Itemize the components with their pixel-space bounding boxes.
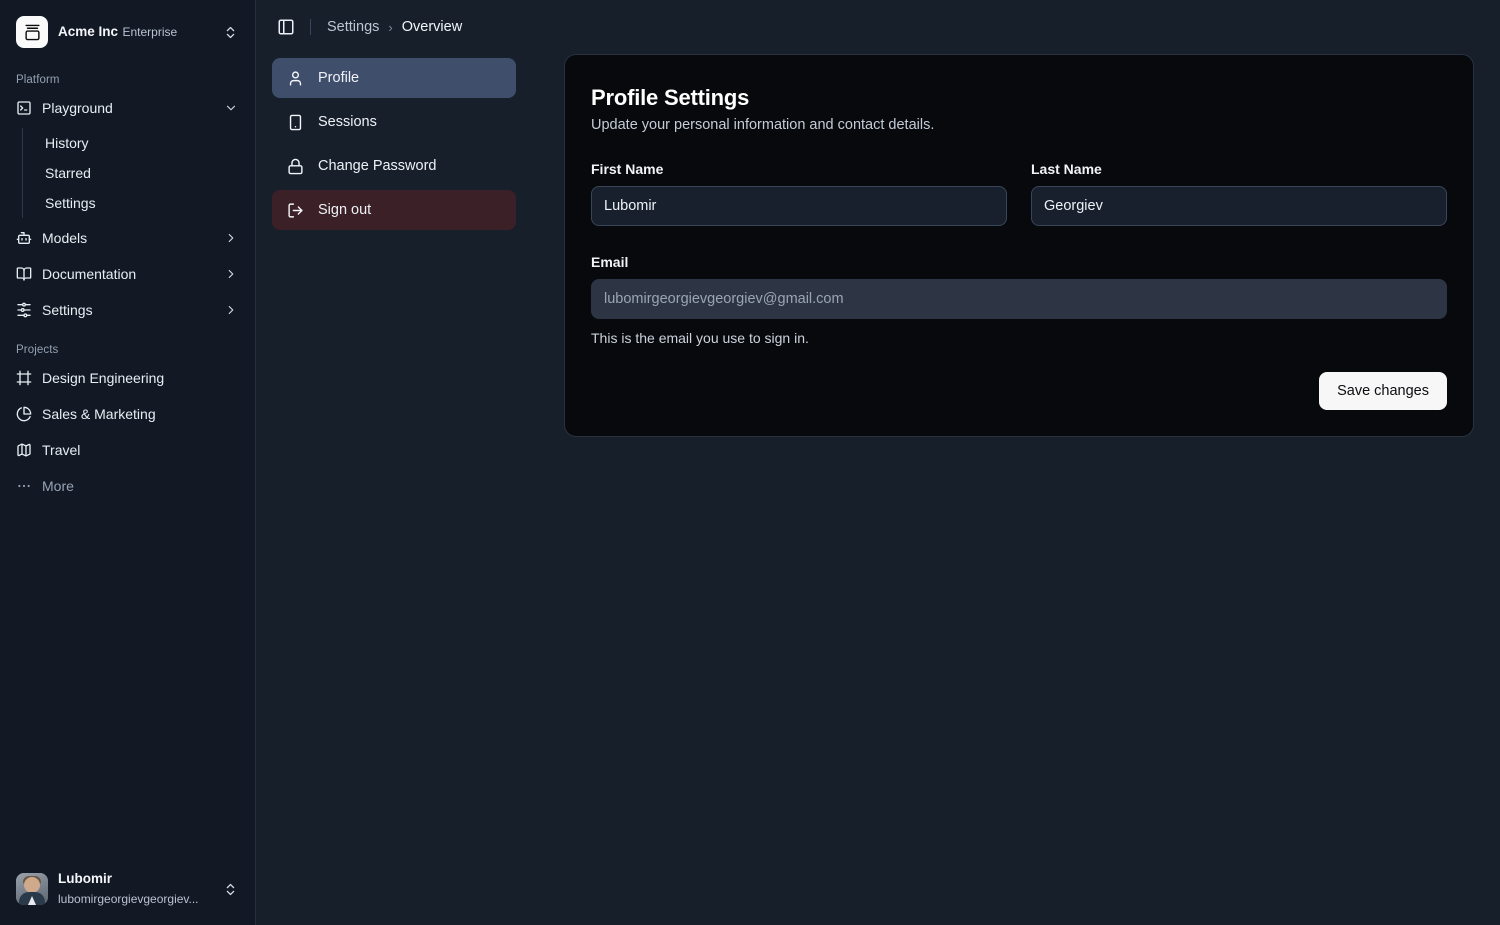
settings-nav: Profile Sessions Change Password Sign ou… bbox=[272, 54, 516, 909]
sidebar-item-sales-marketing[interactable]: Sales & Marketing bbox=[8, 398, 247, 430]
breadcrumb-separator: › bbox=[388, 19, 393, 35]
app-root: Acme Inc Enterprise Platform Playground bbox=[0, 0, 1500, 925]
toolbar-divider bbox=[310, 19, 311, 35]
settings-nav-item-sessions[interactable]: Sessions bbox=[272, 102, 516, 142]
chevron-right-icon[interactable] bbox=[223, 267, 239, 281]
page-title: Profile Settings bbox=[591, 85, 750, 110]
user-name: Lubomir bbox=[58, 871, 112, 886]
first-name-input[interactable] bbox=[591, 186, 1007, 226]
first-name-field: First Name bbox=[591, 161, 1007, 226]
sidebar-item-travel[interactable]: Travel bbox=[8, 434, 247, 466]
settings-nav-item-profile[interactable]: Profile bbox=[272, 58, 516, 98]
email-field-row: Email This is the email you use to sign … bbox=[591, 254, 1447, 346]
sidebar-item-label: Playground bbox=[42, 100, 113, 116]
settings-nav-label: Sessions bbox=[318, 114, 377, 130]
terminal-square-icon bbox=[16, 100, 32, 116]
avatar bbox=[16, 873, 48, 905]
chevrons-up-down-icon bbox=[223, 882, 239, 897]
email-field: Email This is the email you use to sign … bbox=[591, 254, 1447, 346]
settings-nav-item-sign-out[interactable]: Sign out bbox=[272, 190, 516, 230]
chevrons-up-down-icon bbox=[223, 25, 239, 40]
name-fields-row: First Name Last Name bbox=[591, 161, 1447, 226]
user-icon bbox=[286, 70, 304, 87]
user-meta: Lubomir lubomirgeorgievgeorgiev... bbox=[58, 869, 213, 909]
sidebar-subnav-playground: History Starred Settings bbox=[22, 128, 247, 218]
panel-left-icon[interactable] bbox=[272, 13, 300, 41]
sidebar-item-design-engineering[interactable]: Design Engineering bbox=[8, 362, 247, 394]
settings-nav-item-change-password[interactable]: Change Password bbox=[272, 146, 516, 186]
more-horizontal-icon bbox=[16, 478, 32, 494]
pie-chart-icon bbox=[16, 406, 32, 422]
main-area: Settings › Overview Profile Sessions Cha… bbox=[256, 0, 1500, 925]
sidebar-item-label: More bbox=[42, 478, 74, 494]
user-email: lubomirgeorgievgeorgiev... bbox=[58, 892, 199, 906]
card-actions: Save changes bbox=[591, 372, 1447, 410]
sidebar-subitem-settings[interactable]: Settings bbox=[37, 188, 247, 218]
sidebar-group-label-platform: Platform bbox=[16, 74, 60, 86]
frame-icon bbox=[16, 370, 32, 386]
content-area: Profile Sessions Change Password Sign ou… bbox=[256, 54, 1500, 925]
sidebar-item-label: Models bbox=[42, 230, 88, 246]
chevron-down-icon[interactable] bbox=[223, 101, 239, 115]
sidebar-nav: Platform Playground History Starred Sett… bbox=[0, 56, 255, 861]
settings-nav-label: Sign out bbox=[318, 202, 372, 218]
sidebar-item-documentation[interactable]: Documentation bbox=[8, 258, 247, 290]
team-switcher[interactable]: Acme Inc Enterprise bbox=[8, 8, 247, 56]
breadcrumb-overview: Overview bbox=[401, 19, 463, 35]
sidebar-item-label: Travel bbox=[42, 442, 81, 458]
breadcrumb: Settings › Overview bbox=[327, 19, 462, 35]
team-name: Acme Inc bbox=[58, 24, 119, 39]
sidebar-item-label: Design Engineering bbox=[42, 370, 165, 386]
page-description: Update your personal information and con… bbox=[591, 117, 935, 133]
sidebar-item-label: Documentation bbox=[42, 266, 137, 282]
sidebar-item-models[interactable]: Models bbox=[8, 222, 247, 254]
team-meta: Acme Inc Enterprise bbox=[58, 22, 213, 42]
settings-nav-label: Change Password bbox=[318, 158, 437, 174]
last-name-field: Last Name bbox=[1031, 161, 1447, 226]
sidebar-item-settings[interactable]: Settings bbox=[8, 294, 247, 326]
book-open-icon bbox=[16, 266, 32, 282]
lock-icon bbox=[286, 158, 304, 175]
chevron-right-icon[interactable] bbox=[223, 303, 239, 317]
save-changes-button[interactable]: Save changes bbox=[1319, 372, 1447, 410]
sidebar-subitem-starred[interactable]: Starred bbox=[37, 158, 247, 188]
map-icon bbox=[16, 442, 32, 458]
settings-nav-label: Profile bbox=[318, 70, 360, 86]
sidebar-item-label: Settings bbox=[42, 302, 93, 318]
log-out-icon bbox=[286, 202, 304, 219]
bot-icon bbox=[16, 230, 32, 246]
last-name-label: Last Name bbox=[1031, 161, 1102, 177]
user-menu-button[interactable]: Lubomir lubomirgeorgievgeorgiev... bbox=[8, 861, 247, 917]
first-name-label: First Name bbox=[591, 161, 664, 177]
settings-sliders-icon bbox=[16, 302, 32, 318]
email-help-text: This is the email you use to sign in. bbox=[591, 330, 809, 346]
sidebar-item-playground[interactable]: Playground bbox=[8, 92, 247, 124]
gallery-vertical-end-icon bbox=[16, 16, 48, 48]
topbar: Settings › Overview bbox=[256, 0, 1500, 54]
email-label: Email bbox=[591, 254, 629, 270]
chevron-right-icon[interactable] bbox=[223, 231, 239, 245]
email-input[interactable] bbox=[591, 279, 1447, 319]
smartphone-icon bbox=[286, 114, 304, 131]
sidebar-group-label-projects: Projects bbox=[16, 344, 59, 356]
sidebar: Acme Inc Enterprise Platform Playground bbox=[0, 0, 256, 925]
profile-settings-card: Profile Settings Update your personal in… bbox=[564, 54, 1474, 437]
sidebar-item-more[interactable]: More bbox=[8, 470, 247, 502]
last-name-input[interactable] bbox=[1031, 186, 1447, 226]
sidebar-item-label: Sales & Marketing bbox=[42, 406, 156, 422]
team-plan: Enterprise bbox=[122, 25, 178, 39]
sidebar-subitem-history[interactable]: History bbox=[37, 128, 247, 158]
breadcrumb-settings[interactable]: Settings bbox=[327, 19, 379, 35]
